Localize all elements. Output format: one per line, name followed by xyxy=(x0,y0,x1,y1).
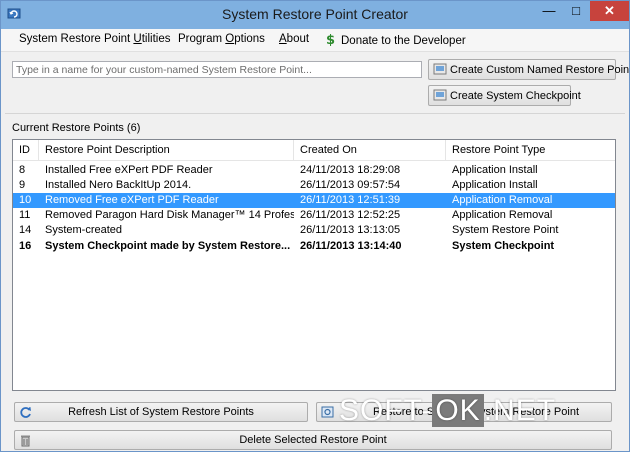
delete-label: Delete Selected Restore Point xyxy=(239,434,387,446)
watermark-part1: SOFT- xyxy=(339,394,433,427)
row-id: 8 xyxy=(19,164,26,176)
list-row-selected[interactable]: 10 Removed Free eXPert PDF Reader 26/11/… xyxy=(13,193,615,208)
close-button[interactable]: ✕ xyxy=(590,1,629,21)
dollar-icon: $ xyxy=(326,33,335,46)
list-header: ID Restore Point Description Created On … xyxy=(13,140,615,161)
svg-text:$: $ xyxy=(326,33,335,46)
menu-utilities-suffix: tilities xyxy=(141,33,171,45)
row-type: Application Install xyxy=(452,179,538,191)
create-checkpoint-button[interactable]: Create System Checkpoint xyxy=(428,85,581,106)
separator xyxy=(5,113,625,114)
list-row-newest[interactable]: 16 System Checkpoint made by System Rest… xyxy=(13,239,615,254)
custom-name-input[interactable] xyxy=(12,61,422,78)
create-checkpoint-label: Create System Checkpoint xyxy=(450,90,581,102)
row-id: 14 xyxy=(19,224,32,236)
row-id: 10 xyxy=(19,194,32,206)
menu-about[interactable]: About xyxy=(279,33,309,45)
row-description: System-created xyxy=(45,224,123,236)
row-type: Application Removal xyxy=(452,209,553,221)
row-created: 26/11/2013 09:57:54 xyxy=(300,179,401,191)
column-header-created[interactable]: Created On xyxy=(294,140,446,160)
menu-utilities[interactable]: System Restore Point Utilities xyxy=(19,33,170,45)
list-row[interactable]: 9 Installed Nero BackItUp 2014. 26/11/20… xyxy=(13,178,615,193)
row-created: 24/11/2013 18:29:08 xyxy=(300,164,401,176)
title-bar: System Restore Point Creator — □ ✕ xyxy=(1,1,629,29)
list-row[interactable]: 8 Installed Free eXPert PDF Reader 24/11… xyxy=(13,163,615,178)
row-type: System Restore Point xyxy=(452,224,559,236)
list-row[interactable]: 14 System-created 26/11/2013 13:13:05 Sy… xyxy=(13,223,615,238)
list-row[interactable]: 11 Removed Paragon Hard Disk Manager™ 14… xyxy=(13,208,615,223)
restore-point-icon xyxy=(433,63,447,75)
menu-program-accel: O xyxy=(225,33,235,45)
menu-utilities-prefix: System Restore Point xyxy=(19,33,134,45)
row-description: Installed Nero BackItUp 2014. xyxy=(45,179,192,191)
refresh-label: Refresh List of System Restore Points xyxy=(68,406,254,418)
menu-program-options[interactable]: Program Options xyxy=(178,33,265,45)
menu-about-accel: A xyxy=(279,33,287,45)
menu-donate-label: Donate to the Developer xyxy=(341,35,466,47)
row-description: Removed Free eXPert PDF Reader xyxy=(45,194,219,206)
row-created: 26/11/2013 13:13:05 xyxy=(300,224,401,236)
maximize-button[interactable]: □ xyxy=(563,1,589,21)
row-description: Installed Free eXPert PDF Reader xyxy=(45,164,213,176)
menu-utilities-accel: U xyxy=(133,33,142,45)
row-created: 26/11/2013 12:51:39 xyxy=(300,194,401,206)
create-custom-restore-point-button[interactable]: Create Custom Named Restore Point xyxy=(428,59,629,80)
menu-about-suffix: bout xyxy=(286,33,310,45)
create-custom-label: Create Custom Named Restore Point xyxy=(450,64,630,76)
row-id: 16 xyxy=(19,240,32,252)
app-window: System Restore Point Creator — □ ✕ Syste… xyxy=(0,0,630,452)
row-type: System Checkpoint xyxy=(452,240,555,252)
menu-bar: System Restore Point Utilities Program O… xyxy=(1,29,629,52)
row-created: 26/11/2013 13:14:40 xyxy=(300,240,402,252)
row-id: 11 xyxy=(19,209,31,221)
menu-donate[interactable]: $ Donate to the Developer xyxy=(325,33,466,47)
row-type: Application Removal xyxy=(452,194,553,206)
row-description: Removed Paragon Hard Disk Manager™ 14 Pr… xyxy=(45,209,294,221)
refresh-list-button[interactable]: Refresh List of System Restore Points xyxy=(14,402,308,422)
row-type: Application Install xyxy=(452,164,538,176)
row-id: 9 xyxy=(19,179,26,191)
restore-points-list[interactable]: ID Restore Point Description Created On … xyxy=(12,139,616,391)
checkpoint-icon xyxy=(433,89,447,101)
restore-points-group-label: Current Restore Points (6) xyxy=(12,122,141,134)
watermark-part2: OK xyxy=(432,394,484,427)
row-created: 26/11/2013 12:52:25 xyxy=(300,209,401,221)
column-header-id[interactable]: ID xyxy=(13,140,39,160)
watermark: SOFT- OK .NET xyxy=(339,394,556,428)
column-header-type[interactable]: Restore Point Type xyxy=(446,140,615,160)
minimize-button[interactable]: — xyxy=(535,1,563,21)
delete-selected-button[interactable]: Delete Selected Restore Point xyxy=(14,430,612,450)
menu-program-prefix: Program xyxy=(178,33,226,45)
watermark-part3: .NET xyxy=(483,394,557,427)
row-description: System Checkpoint made by System Restore… xyxy=(45,240,291,252)
column-header-description[interactable]: Restore Point Description xyxy=(39,140,294,160)
menu-program-suffix: ptions xyxy=(234,33,265,45)
